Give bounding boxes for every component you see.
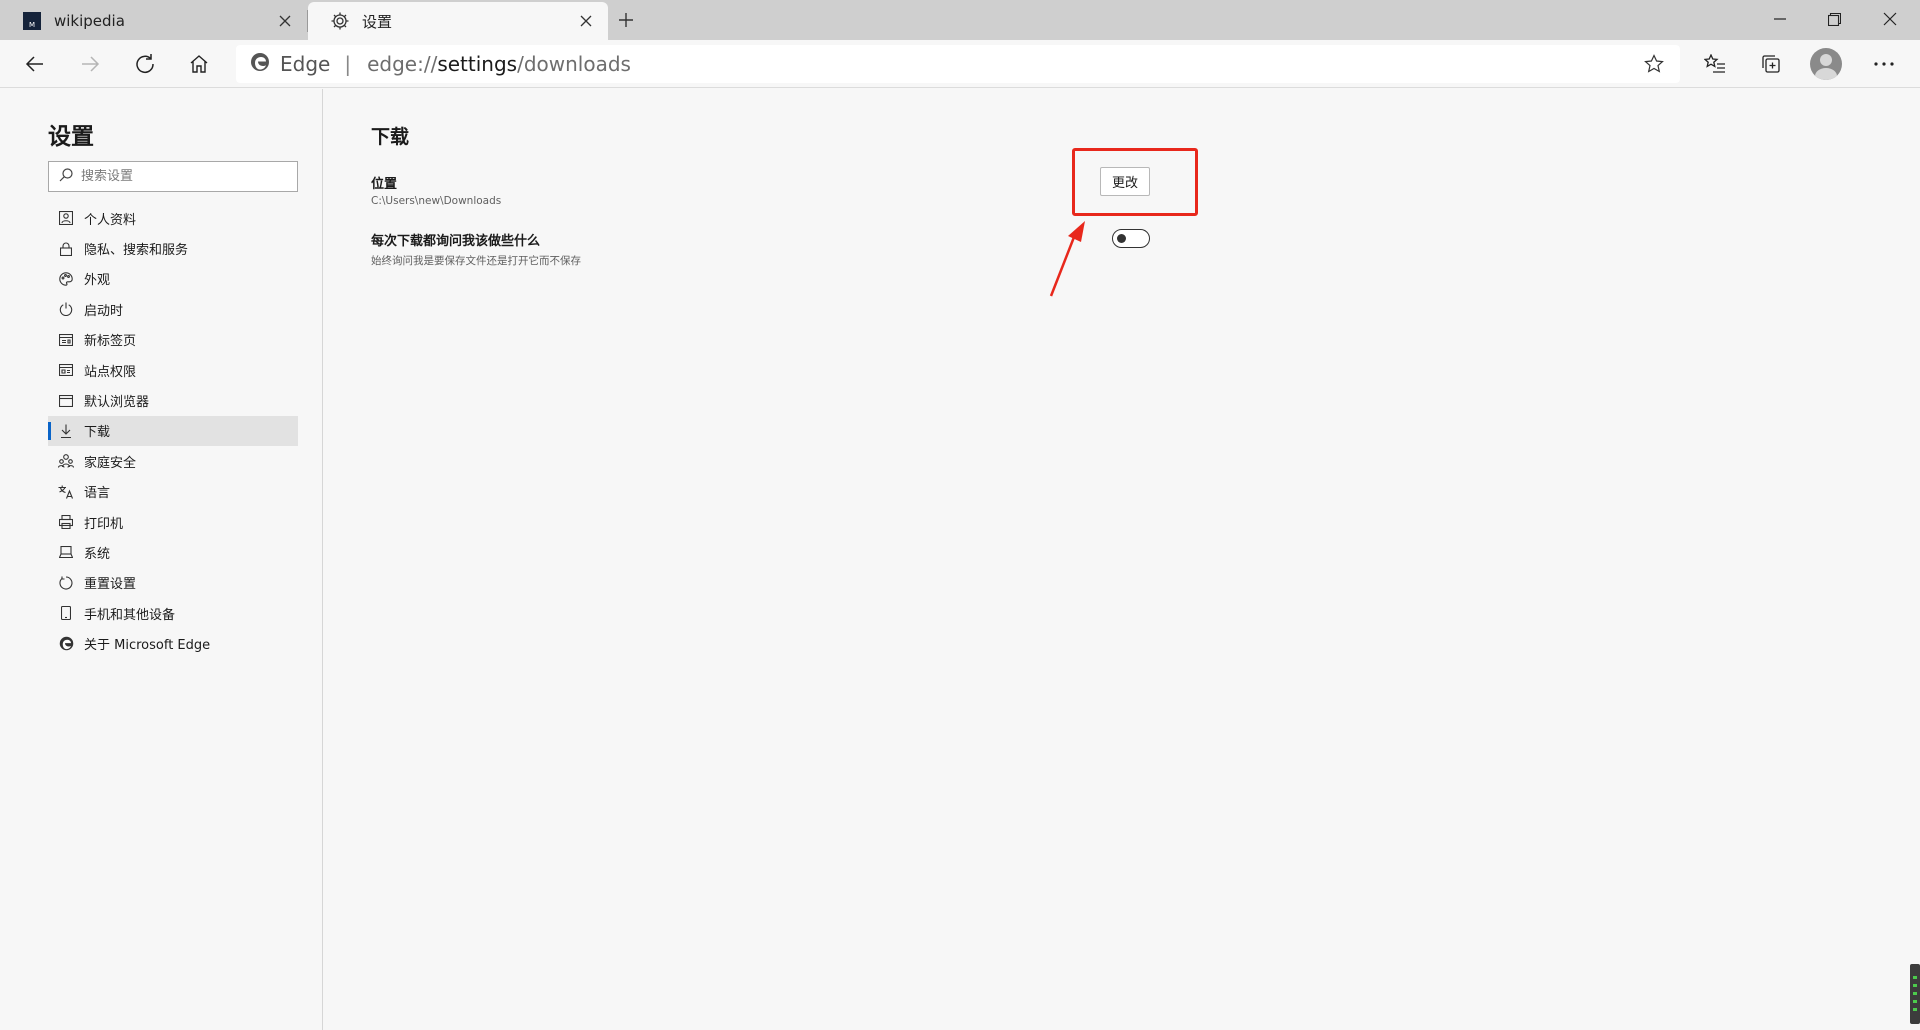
sidebar-item-profile[interactable]: 个人资料 [48, 203, 298, 233]
toggle-knob [1117, 233, 1126, 243]
system-icon [58, 544, 74, 560]
palette-icon [58, 271, 74, 287]
sidebar-item-label: 启动时 [84, 303, 124, 319]
close-tab-icon[interactable] [574, 9, 598, 33]
sidebar-item-label: 手机和其他设备 [84, 607, 176, 623]
settings-content: 下载 位置 C:\Users\new\Downloads 更改 每次下载都询问我… [324, 89, 1920, 1030]
sidebar-item-label: 新标签页 [84, 334, 137, 350]
sidebar-item-phone-devices[interactable]: 手机和其他设备 [48, 598, 298, 628]
sidebar-item-site-permissions[interactable]: 站点权限 [48, 355, 298, 385]
sidebar-item-system[interactable]: 系统 [48, 537, 298, 567]
window-close-icon[interactable] [1862, 0, 1918, 38]
browser-toolbar: Edge | edge://settings/downloads [0, 40, 1920, 88]
lock-icon [58, 241, 74, 257]
edge-logo-icon [58, 636, 74, 652]
settings-search[interactable] [48, 161, 298, 192]
system-tray-widget [1910, 964, 1920, 1024]
ask-download-toggle[interactable] [1112, 229, 1150, 248]
wikipedia-favicon: M [22, 11, 42, 31]
sidebar-item-label: 站点权限 [84, 364, 137, 380]
location-path: C:\Users\new\Downloads [371, 195, 502, 207]
power-icon [58, 301, 74, 317]
ask-download-label: 每次下载都询问我该做些什么 [371, 234, 541, 249]
sidebar-item-label: 下载 [84, 425, 111, 441]
search-input[interactable] [81, 169, 281, 184]
favorites-list-icon[interactable] [1697, 46, 1733, 82]
sidebar-item-default-browser[interactable]: 默认浏览器 [48, 385, 298, 415]
sidebar-item-label: 重置设置 [84, 577, 137, 593]
tab-title: wikipedia [54, 12, 125, 30]
annotation-highlight-box [1072, 148, 1198, 216]
sidebar-item-label: 系统 [84, 546, 111, 562]
sidebar-item-label: 个人资料 [84, 212, 137, 228]
tab-strip: M wikipedia 设置 [0, 0, 1920, 40]
edge-logo-icon [250, 52, 270, 77]
sidebar-item-new-tab[interactable]: 新标签页 [48, 325, 298, 355]
phone-icon [58, 605, 74, 621]
close-tab-icon[interactable] [273, 9, 297, 33]
new-tab-icon[interactable] [612, 6, 640, 34]
forward-arrow-icon[interactable] [72, 46, 108, 82]
search-icon [59, 167, 73, 186]
tab-wikipedia[interactable]: M wikipedia [0, 2, 307, 40]
sidebar-item-privacy[interactable]: 隐私、搜索和服务 [48, 233, 298, 263]
browser-icon [58, 393, 74, 409]
sidebar-item-family-safety[interactable]: 家庭安全 [48, 446, 298, 476]
printer-icon [58, 514, 74, 530]
collections-icon[interactable] [1753, 46, 1789, 82]
sidebar-item-label: 家庭安全 [84, 455, 137, 471]
address-bar[interactable]: Edge | edge://settings/downloads [236, 45, 1680, 83]
sidebar-item-about[interactable]: 关于 Microsoft Edge [48, 628, 298, 658]
sidebar-item-label: 打印机 [84, 516, 124, 532]
sidebar-item-label: 隐私、搜索和服务 [84, 243, 189, 259]
tab-settings[interactable]: 设置 [308, 2, 608, 40]
url-path: /downloads [517, 52, 631, 76]
settings-sidebar: 设置 个人资料 隐私、搜索和服务 外观 启动时 新标签页 站点权限 [0, 89, 323, 1030]
sidebar-item-reset[interactable]: 重置设置 [48, 568, 298, 598]
reset-icon [58, 575, 74, 591]
download-icon [58, 423, 74, 439]
svg-text:M: M [29, 21, 35, 29]
sidebar-item-label: 语言 [84, 486, 111, 502]
gear-icon [330, 11, 350, 31]
profile-avatar[interactable] [1810, 48, 1842, 80]
sidebar-item-appearance[interactable]: 外观 [48, 264, 298, 294]
favorite-star-icon[interactable] [1642, 52, 1666, 76]
site-permissions-icon [58, 362, 74, 378]
sidebar-item-label: 默认浏览器 [84, 395, 150, 411]
sidebar-item-languages[interactable]: 语言 [48, 477, 298, 507]
address-brand: Edge [280, 52, 331, 76]
url-scheme: edge:// [367, 52, 438, 76]
address-url: edge://settings/downloads [367, 52, 631, 76]
sidebar-item-label: 外观 [84, 273, 111, 289]
page-title: 下载 [371, 126, 410, 148]
address-separator: | [344, 52, 352, 76]
profile-icon [58, 210, 74, 226]
sidebar-item-downloads[interactable]: 下载 [48, 415, 298, 447]
newtab-icon [58, 332, 74, 348]
tab-title: 设置 [362, 12, 393, 31]
location-label: 位置 [371, 177, 398, 192]
family-icon [58, 453, 74, 469]
settings-nav: 个人资料 隐私、搜索和服务 外观 启动时 新标签页 站点权限 默认浏览器 下载 [48, 203, 298, 659]
sidebar-title: 设置 [48, 124, 94, 150]
sidebar-item-printers[interactable]: 打印机 [48, 507, 298, 537]
more-options-icon[interactable] [1866, 46, 1902, 82]
ask-download-description: 始终询问我是要保存文件还是打开它而不保存 [371, 255, 581, 267]
language-icon [58, 484, 74, 500]
back-arrow-icon[interactable] [17, 46, 53, 82]
sidebar-item-label: 关于 Microsoft Edge [84, 638, 211, 654]
refresh-icon[interactable] [127, 46, 163, 82]
minimize-icon[interactable] [1752, 0, 1808, 38]
sidebar-item-startup[interactable]: 启动时 [48, 294, 298, 324]
annotation-arrow-icon [1049, 221, 1085, 297]
home-icon[interactable] [181, 46, 217, 82]
restore-icon[interactable] [1806, 0, 1862, 38]
url-host: settings [437, 52, 518, 76]
